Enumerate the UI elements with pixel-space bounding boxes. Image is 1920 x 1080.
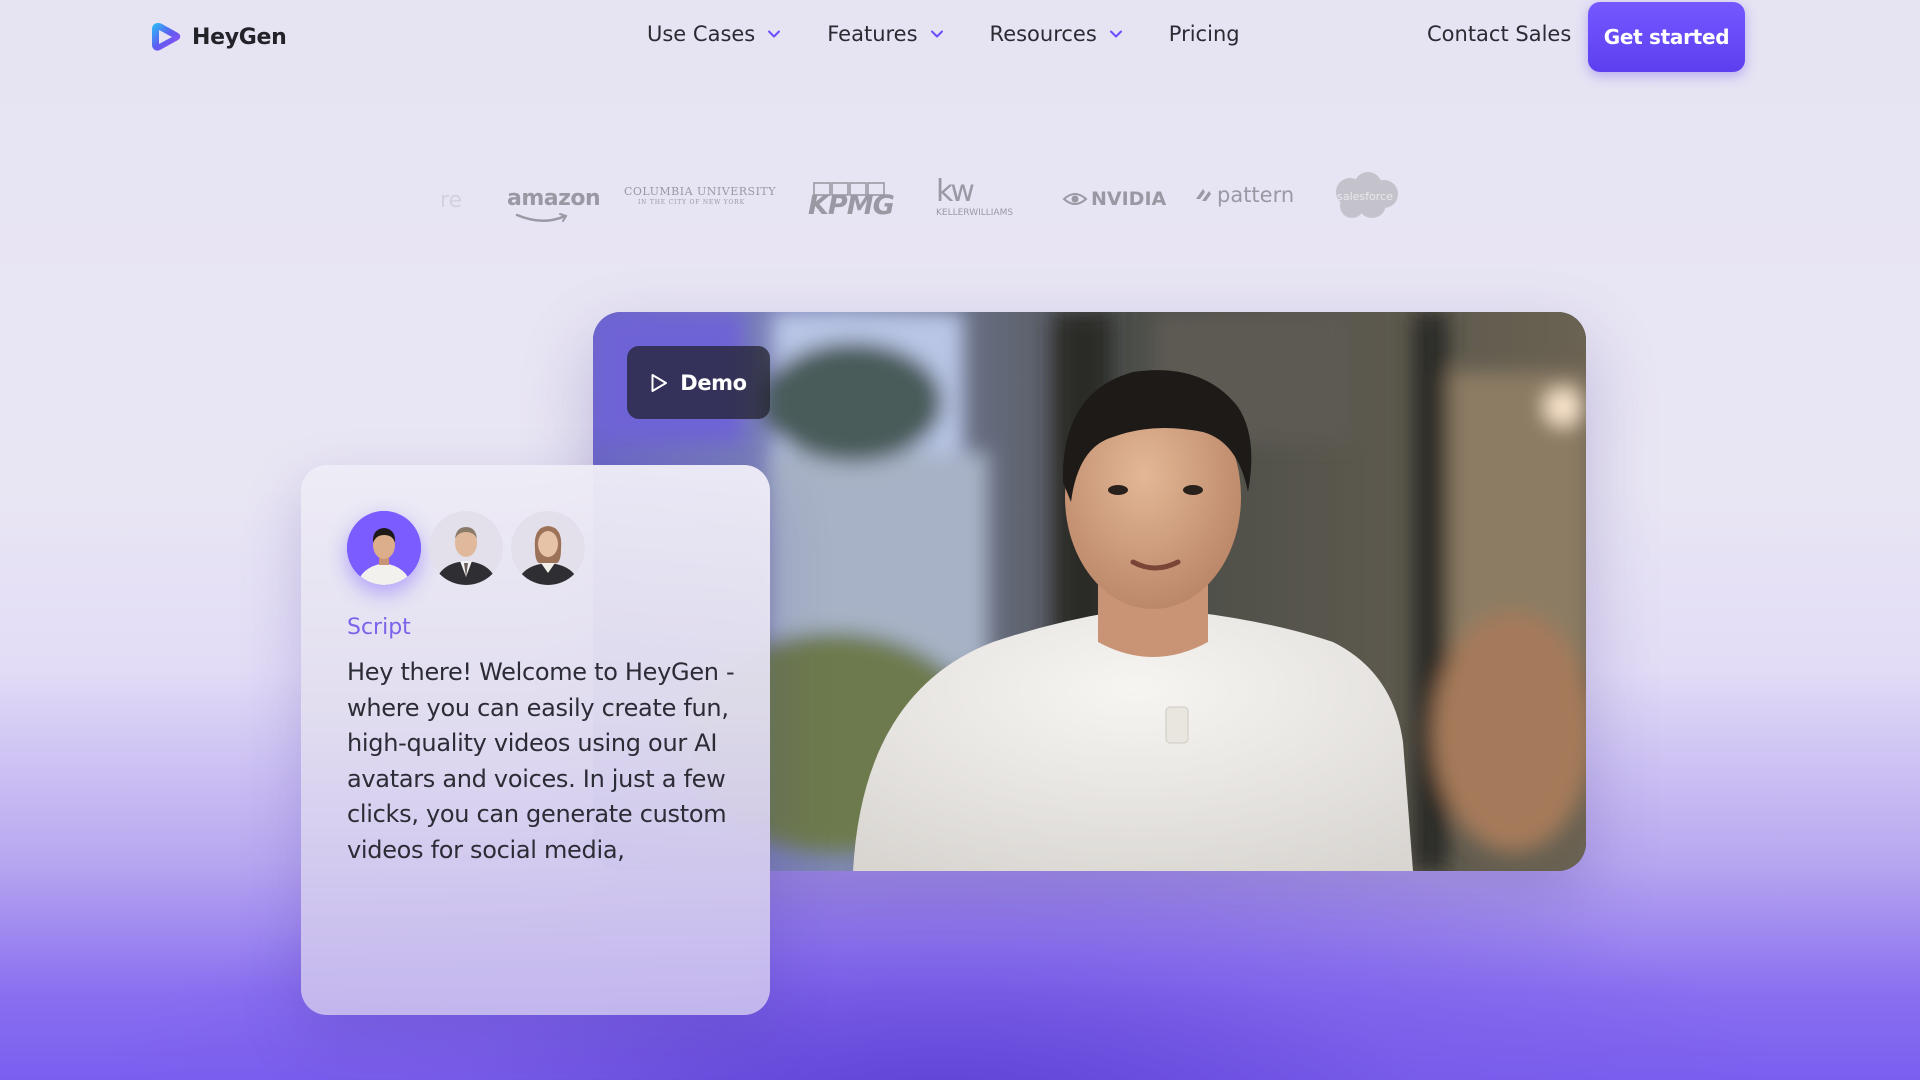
script-text: Hey there! Welcome to HeyGen - where you… xyxy=(347,658,735,864)
avatar-woman-icon xyxy=(511,511,585,585)
brand-name: HeyGen xyxy=(192,24,287,50)
logo-pattern: pattern xyxy=(1193,183,1294,207)
site-header: HeyGen Use Cases Features Resources Pric… xyxy=(0,0,1920,76)
logo-nvidia: NVIDIA xyxy=(1062,188,1166,210)
heygen-logo[interactable]: HeyGen xyxy=(148,19,287,55)
nav-features[interactable]: Features xyxy=(827,22,943,46)
logo-partial-faded: re xyxy=(440,188,463,213)
nav-features-label: Features xyxy=(827,22,918,46)
avatar-option-selected[interactable] xyxy=(347,511,421,585)
demo-play-button[interactable]: Demo xyxy=(627,346,770,419)
play-icon xyxy=(651,373,668,392)
contact-sales-link[interactable]: Contact Sales xyxy=(1427,22,1571,46)
logo-amazon: amazon xyxy=(507,186,601,211)
script-panel: Script Hey there! Welcome to HeyGen - wh… xyxy=(301,465,770,1015)
heygen-logo-icon xyxy=(152,23,181,51)
nav-use-cases-label: Use Cases xyxy=(647,22,756,46)
logo-salesforce-text: salesforce xyxy=(1337,190,1393,203)
logo-kw: kw xyxy=(936,174,975,209)
script-label: Script xyxy=(347,615,411,640)
demo-button-label: Demo xyxy=(680,370,747,395)
nvidia-eye-icon xyxy=(1062,193,1088,205)
avatar-man-suit-icon xyxy=(429,511,503,585)
nav-resources-label: Resources xyxy=(989,22,1097,46)
avatar-option-man-suit[interactable] xyxy=(429,511,503,585)
chevron-down-icon xyxy=(930,30,943,38)
logo-nvidia-text: NVIDIA xyxy=(1091,188,1167,210)
amazon-smile-icon xyxy=(515,213,568,222)
logo-columbia-sub: IN THE CITY OF NEW YORK xyxy=(638,199,745,206)
nav-pricing[interactable]: Pricing xyxy=(1169,22,1240,46)
get-started-button[interactable]: Get started xyxy=(1588,2,1745,72)
logo-columbia: COLUMBIA UNIVERSITY IN THE CITY OF NEW Y… xyxy=(624,186,776,208)
avatar-man-white-tshirt-icon xyxy=(347,511,421,585)
nav-resources[interactable]: Resources xyxy=(990,22,1123,46)
logo-kpmg: KPMG xyxy=(808,190,895,221)
logo-kw-sub: KELLERWILLIAMS xyxy=(936,208,1014,218)
pattern-mark-icon xyxy=(1196,189,1211,201)
chevron-down-icon xyxy=(768,30,781,38)
customer-logos-strip: re amazon COLUMBIA UNIVERSITY IN THE CIT… xyxy=(0,168,1920,234)
salesforce-cloud-logo: salesforce xyxy=(1336,172,1398,218)
main-nav: Use Cases Features Resources Pricing xyxy=(647,22,1286,46)
chevron-down-icon xyxy=(1109,30,1122,38)
nav-pricing-label: Pricing xyxy=(1168,22,1240,46)
avatar-option-woman[interactable] xyxy=(511,511,585,585)
nav-use-cases[interactable]: Use Cases xyxy=(647,22,781,46)
logo-pattern-text: pattern xyxy=(1217,183,1295,207)
